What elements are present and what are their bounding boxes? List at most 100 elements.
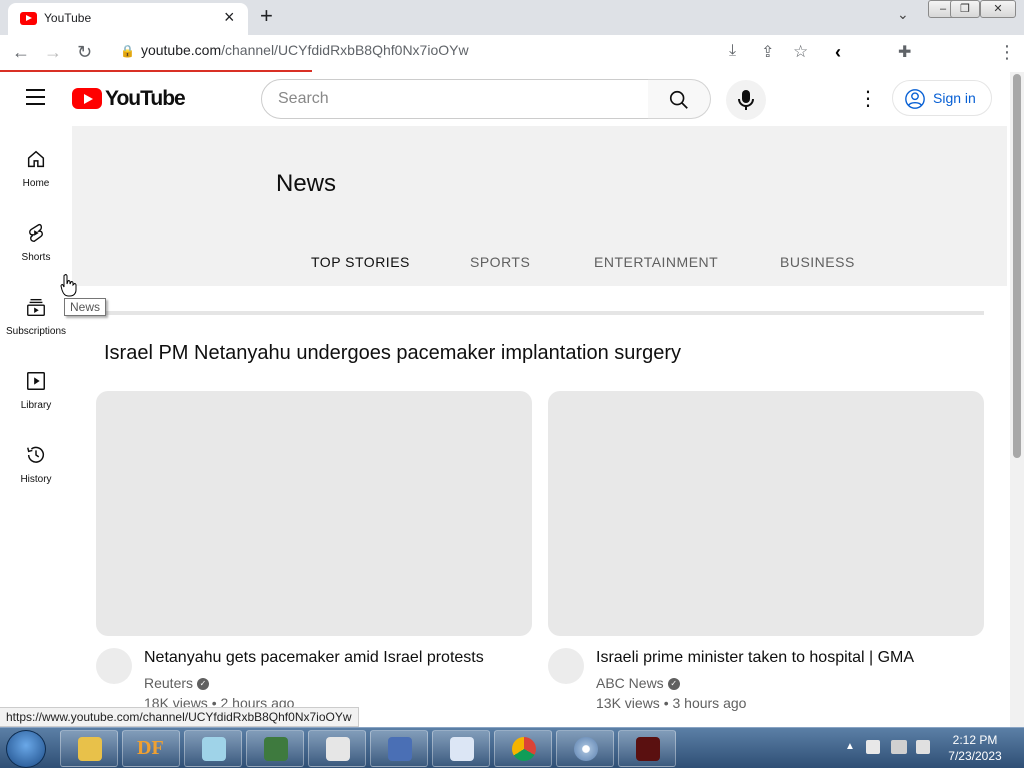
video-thumbnail[interactable] <box>96 391 532 636</box>
library-icon <box>27 372 45 390</box>
video-title[interactable]: Netanyahu gets pacemaker amid Israel pro… <box>144 649 484 667</box>
taskbar-document-button[interactable] <box>308 730 366 767</box>
tab-sports[interactable]: SPORTS <box>470 254 530 270</box>
sidebar-item-label: Shorts <box>21 252 51 263</box>
close-tab-icon[interactable]: × <box>224 7 235 28</box>
monitor-icon <box>264 737 288 761</box>
address-bar[interactable]: 🔒 youtube.com/channel/UCYfdidRxbB8Qhf0Nx7… <box>120 42 469 58</box>
taskbar-clock[interactable]: 2:12 PM 7/23/2023 <box>940 732 1010 764</box>
taskbar-installer-button[interactable] <box>370 730 428 767</box>
channel-banner: News TOP STORIES SPORTS ENTERTAINMENT BU… <box>72 126 1007 286</box>
section-title[interactable]: Israel PM Netanyahu undergoes pacemaker … <box>104 342 681 365</box>
share-icon[interactable]: ⇪ <box>761 42 774 62</box>
bookmark-star-icon[interactable]: ☆ <box>793 42 808 62</box>
history-icon <box>27 446 44 463</box>
url-host: youtube.com <box>140 42 222 58</box>
installer-icon <box>388 737 412 761</box>
browser-menu-icon[interactable]: ⋮ <box>998 42 1016 63</box>
forward-arrow-icon[interactable]: → <box>44 42 62 63</box>
volume-muted-icon[interactable] <box>916 740 930 754</box>
youtube-play-logo-icon <box>72 88 102 109</box>
taskbar-df-button[interactable]: DF <box>122 730 180 767</box>
hand-cursor-icon <box>60 274 77 297</box>
video-thumbnail[interactable] <box>548 391 984 636</box>
taskbar-chrome-button[interactable] <box>494 730 552 767</box>
sign-in-label: Sign in <box>933 90 976 106</box>
subscriptions-icon <box>27 298 45 316</box>
sidebar-item-label: Library <box>20 400 52 411</box>
video-channel[interactable]: Reuters ✓ <box>144 675 210 691</box>
sidebar-item-library[interactable]: Library <box>0 370 72 444</box>
video-meta: 13K views • 3 hours ago <box>596 695 747 711</box>
verified-check-icon: ✓ <box>667 678 680 691</box>
browser-toolbar: ← → ↻ 🔒 youtube.com/channel/UCYfdidRxbB8Q… <box>0 35 1024 99</box>
shorts-icon <box>29 223 43 242</box>
taskbar-notepad-button[interactable] <box>184 730 242 767</box>
taskbar-disc-button[interactable] <box>556 730 614 767</box>
url-path: /channel/UCYfdidRxbB8Qhf0Nx7ioOYw <box>221 42 469 58</box>
tab-title: YouTube <box>44 11 92 25</box>
media-icon <box>636 737 660 761</box>
channel-avatar[interactable] <box>96 648 132 684</box>
scrollbar-thumb[interactable] <box>1013 74 1021 458</box>
taskbar-monitor-button[interactable] <box>246 730 304 767</box>
sidebar-item-label: Home <box>22 178 50 189</box>
browser-tab[interactable]: YouTube × <box>8 3 248 35</box>
sign-in-button[interactable]: Sign in <box>892 80 992 116</box>
folder-icon <box>78 737 102 761</box>
extension-arrow-icon[interactable]: ‹ <box>835 42 841 63</box>
section-divider <box>96 311 984 315</box>
action-center-icon[interactable] <box>866 740 880 754</box>
df-app-label: DF <box>137 737 164 759</box>
sidebar-item-label: Subscriptions <box>5 326 67 337</box>
link-status-bar: https://www.youtube.com/channel/UCYfdidR… <box>0 707 359 727</box>
reload-icon[interactable]: ↻ <box>77 42 92 63</box>
taskbar-media-button[interactable] <box>618 730 676 767</box>
account-circle-icon <box>905 89 925 109</box>
sidebar-item-history[interactable]: History <box>0 444 72 518</box>
youtube-favicon-icon <box>20 12 37 25</box>
microphone-icon <box>738 90 754 110</box>
disc-icon <box>574 737 598 761</box>
tab-search-chevron-icon[interactable]: ⌄ <box>897 6 909 23</box>
search-input[interactable]: Search <box>261 79 649 119</box>
sidebar-item-subscriptions[interactable]: Subscriptions <box>0 296 72 370</box>
search-icon <box>669 90 688 109</box>
search-button[interactable] <box>648 79 711 119</box>
page-scrollbar[interactable] <box>1010 72 1024 727</box>
hamburger-menu-icon[interactable] <box>26 89 46 105</box>
video-title[interactable]: Israeli prime minister taken to hospital… <box>596 649 914 667</box>
taskbar-word-button[interactable] <box>432 730 490 767</box>
show-hidden-icons-icon[interactable]: ▲ <box>845 741 855 752</box>
text-editor-icon <box>450 737 474 761</box>
taskbar-explorer-button[interactable] <box>60 730 118 767</box>
tab-entertainment[interactable]: ENTERTAINMENT <box>594 254 718 270</box>
restore-window-button[interactable]: ❐ <box>950 0 980 18</box>
chrome-icon <box>512 737 536 761</box>
new-tab-icon[interactable]: + <box>260 3 273 29</box>
video-channel[interactable]: ABC News ✓ <box>596 675 680 691</box>
network-icon[interactable] <box>891 740 907 754</box>
tab-top-stories[interactable]: TOP STORIES <box>311 254 410 270</box>
browser-tab-strip: YouTube × + ⌄ – ❐ ✕ <box>0 0 1024 35</box>
voice-search-button[interactable] <box>726 80 766 120</box>
clock-time: 2:12 PM <box>952 733 998 747</box>
close-window-button[interactable]: ✕ <box>980 0 1016 18</box>
lock-icon: 🔒 <box>120 44 135 58</box>
install-app-icon[interactable]: ⤓ <box>729 42 736 60</box>
start-button[interactable] <box>6 730 46 768</box>
back-arrow-icon[interactable]: ← <box>12 42 30 63</box>
tab-business[interactable]: BUSINESS <box>780 254 855 270</box>
extensions-puzzle-icon[interactable]: ✚ <box>898 42 911 62</box>
channel-title: News <box>276 170 337 197</box>
document-icon <box>326 737 350 761</box>
windows-taskbar: DF ▲ 2:12 PM 7/23/2023 <box>0 727 1024 768</box>
youtube-header: YouTube Search ⋮ Sign in <box>0 72 1010 126</box>
sidebar-item-label: History <box>20 474 52 485</box>
video-channel-name: ABC News <box>596 675 664 691</box>
video-channel-name: Reuters <box>144 675 194 691</box>
notepad-icon <box>202 737 226 761</box>
channel-avatar[interactable] <box>548 648 584 684</box>
sidebar-item-home[interactable]: Home <box>0 148 72 222</box>
settings-menu-icon[interactable]: ⋮ <box>858 89 878 109</box>
